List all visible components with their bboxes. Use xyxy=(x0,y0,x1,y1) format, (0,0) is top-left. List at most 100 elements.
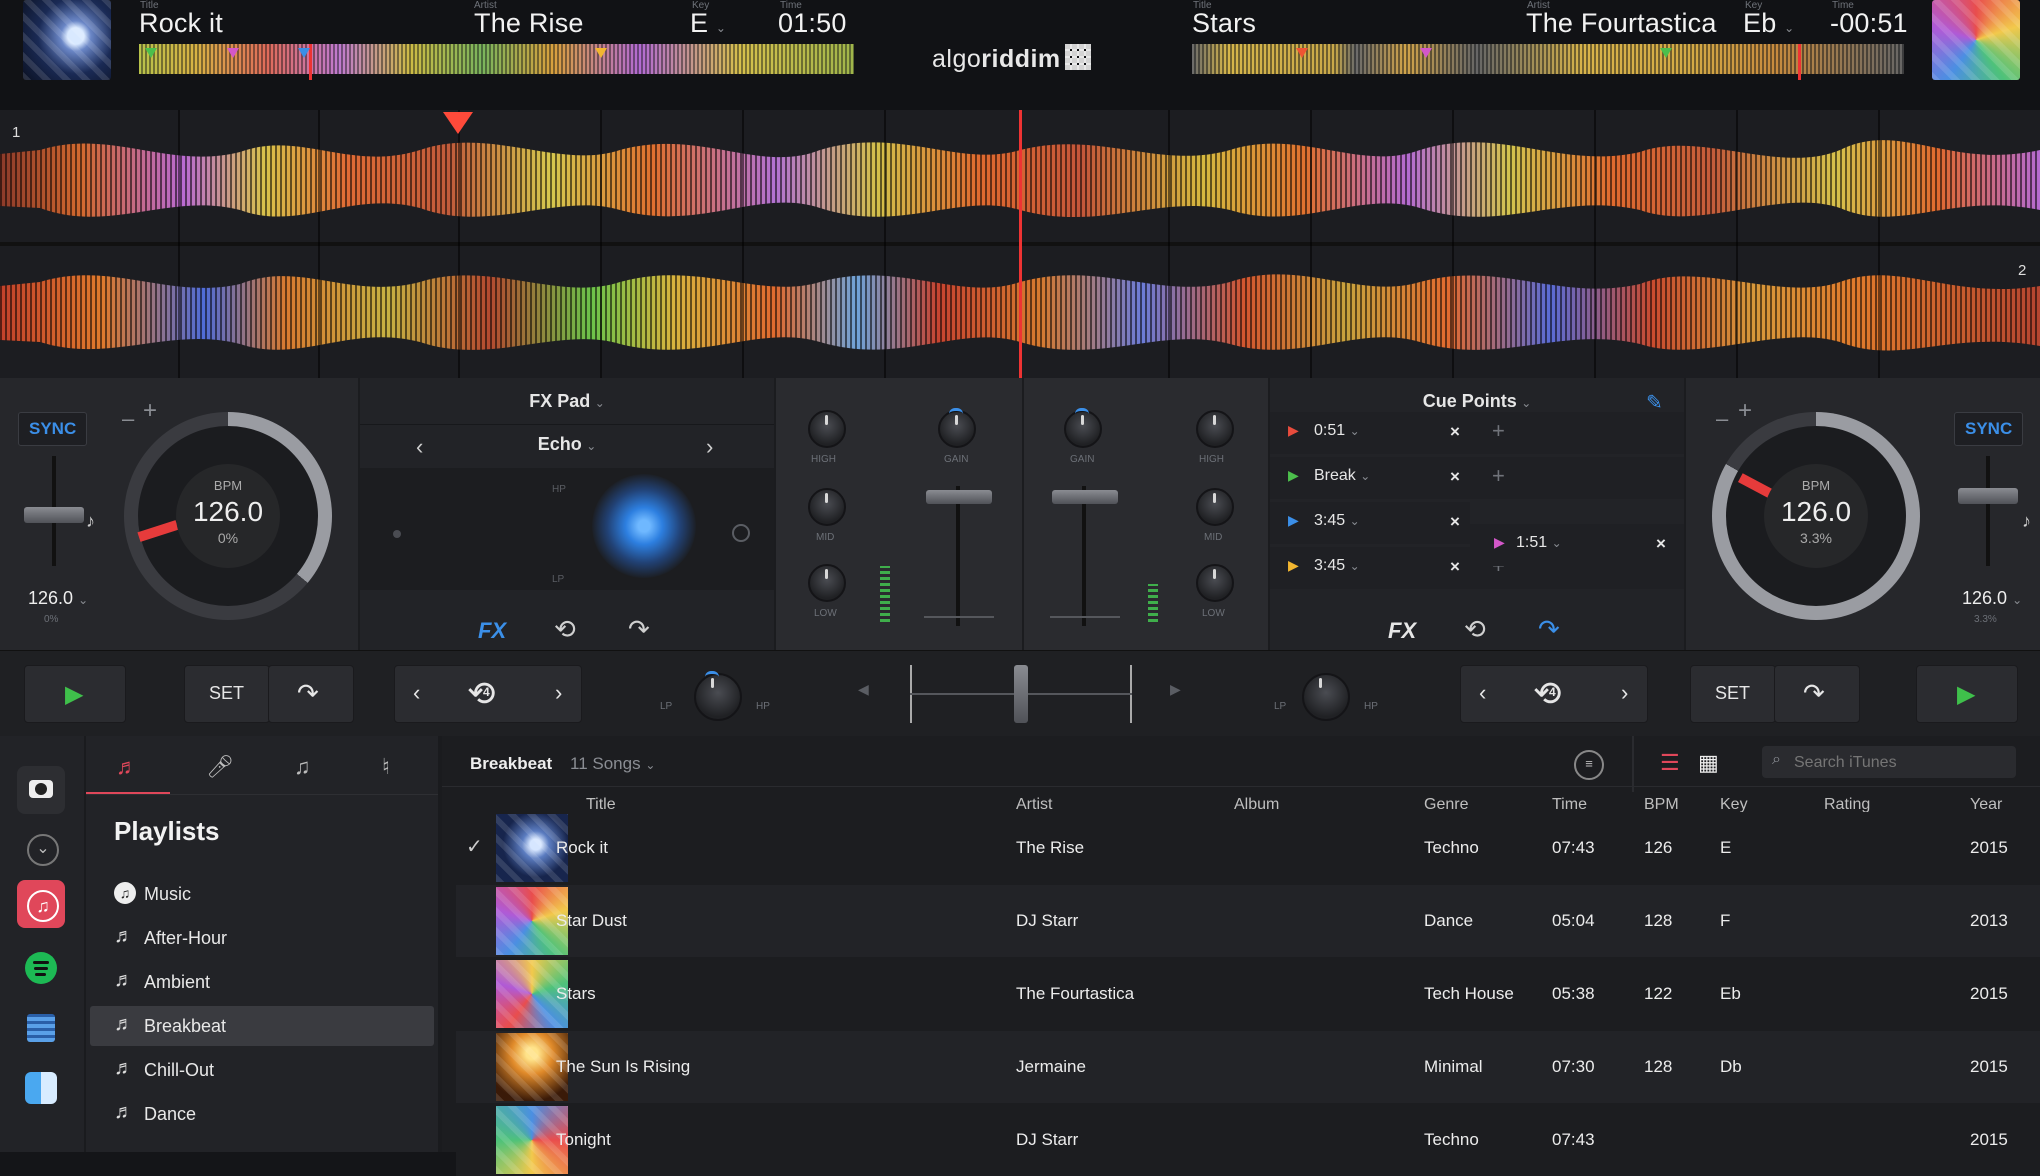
deck-a-redo-button[interactable]: ↷ xyxy=(268,665,354,723)
deck-a-tempo-value[interactable]: 126.0 ⌄ xyxy=(28,588,88,609)
chevron-left-icon[interactable]: ‹ xyxy=(413,680,420,706)
deck-a-set-cue-button[interactable]: SET xyxy=(184,665,270,723)
loop-icon[interactable]: ⟲ xyxy=(1533,674,1562,714)
cue-delete-extra-button[interactable]: × xyxy=(1656,534,1666,554)
chevron-down-icon[interactable]: ⌄ xyxy=(17,824,65,872)
table-row[interactable]: Star Dust DJ Starr Dance 05:04 128 F 2013 xyxy=(456,885,2040,957)
cue-slot-empty[interactable]: + xyxy=(1470,412,1684,454)
loop-icon[interactable]: ⟲ xyxy=(554,616,576,642)
cue-delete-button[interactable]: × xyxy=(1450,557,1460,577)
playlist-item[interactable]: ♬ After-Hour xyxy=(90,918,434,958)
chevron-left-icon[interactable]: ‹ xyxy=(1479,680,1486,706)
loop-icon[interactable]: ⟲ xyxy=(467,674,496,714)
deck-b-set-cue-button[interactable]: SET xyxy=(1690,665,1776,723)
table-row[interactable]: ✓ Rock it The Rise Techno 07:43 126 E 2015 xyxy=(456,812,2040,884)
cue-slot[interactable]: ▶ 3:45 ⌄ × xyxy=(1270,547,1470,589)
deck-a-filter-knob[interactable] xyxy=(694,671,742,721)
table-row[interactable]: The Sun Is Rising Jermaine Minimal 07:30 128… xyxy=(456,1031,2040,1103)
video-source-icon[interactable] xyxy=(17,1004,65,1052)
deck-a-time: 01:50 xyxy=(778,8,847,38)
camera-source-icon[interactable] xyxy=(17,766,65,814)
deck-b-play-button[interactable]: ▶ xyxy=(1916,665,2018,723)
deck-a-overview-waveform[interactable] xyxy=(139,44,854,74)
fx-pad-target-icon[interactable] xyxy=(732,524,750,542)
loop-icon[interactable]: ⟲ xyxy=(1464,616,1486,642)
cue-slot-extra[interactable]: ▶ 1:51 ⌄ × xyxy=(1470,524,1684,566)
chevron-right-icon[interactable]: › xyxy=(555,680,562,706)
fx-pad-header[interactable]: FX Pad ⌄ xyxy=(360,378,774,425)
tab-genres[interactable]: ♮ xyxy=(352,746,436,792)
cue-slot[interactable]: ▶ 3:45 ⌄ × xyxy=(1270,502,1470,544)
fx-pad-touch-point[interactable] xyxy=(592,474,696,578)
crossfader-right-icon[interactable]: ▶ xyxy=(1170,681,1181,698)
cue-slot-empty[interactable]: + xyxy=(1470,457,1684,499)
tab-artists[interactable]: 🎤︎ xyxy=(176,746,260,792)
deck-b-high-eq-knob[interactable] xyxy=(1196,410,1234,448)
deck-a-volume-fader[interactable] xyxy=(926,490,992,504)
fx-button[interactable]: FX xyxy=(478,618,506,644)
redo-icon[interactable]: ↷ xyxy=(628,616,650,642)
deck-a-key[interactable]: E ⌄ xyxy=(690,8,726,39)
song-count-dropdown[interactable]: 11 Songs ⌄ xyxy=(570,754,655,774)
minus-icon[interactable]: – xyxy=(1716,406,1728,432)
table-row[interactable]: Tonight DJ Starr Techno 07:43 2015 xyxy=(456,1104,2040,1176)
cue-slot[interactable]: ▶ 0:51 ⌄ × xyxy=(1270,412,1470,454)
deck-b-pitch-fader[interactable] xyxy=(1958,488,2018,504)
playlist-item[interactable]: ♬ Dance xyxy=(90,1094,434,1134)
deck-a-sync-button[interactable]: SYNC xyxy=(18,412,88,446)
playlist-item[interactable]: ♫ Music xyxy=(90,874,434,914)
playlist-item[interactable]: ♬ Breakbeat xyxy=(90,1006,434,1046)
grid-view-icon[interactable]: ▦ xyxy=(1698,750,1719,776)
deck-b-key[interactable]: Eb ⌄ xyxy=(1743,8,1794,39)
filter-icon[interactable]: ≡ xyxy=(1574,750,1604,780)
deck-a-high-eq-knob[interactable] xyxy=(808,410,846,448)
music-note-icon[interactable]: ♪ xyxy=(2022,508,2031,534)
deck-a-play-button[interactable]: ▶ xyxy=(24,665,126,723)
crossfader-left-icon[interactable]: ◀ xyxy=(858,681,869,698)
deck-a-low-eq-knob[interactable] xyxy=(808,564,846,602)
table-row[interactable]: Stars The Fourtastica Tech House 05:38 122 Eb… xyxy=(456,958,2040,1030)
cell-title: Rock it xyxy=(556,838,608,857)
chevron-right-icon[interactable]: › xyxy=(1621,680,1628,706)
cue-slot[interactable]: ▶ Break ⌄ × xyxy=(1270,457,1470,499)
deck-b-sync-button[interactable]: SYNC xyxy=(1954,412,2024,446)
deck-a-gain-knob[interactable] xyxy=(938,408,976,448)
fx-xy-pad[interactable] xyxy=(360,468,774,590)
chevron-right-icon[interactable]: › xyxy=(706,434,713,460)
search-input[interactable] xyxy=(1792,750,2006,776)
deck-b-redo-button[interactable]: ↷ xyxy=(1774,665,1860,723)
deck-b-volume-fader[interactable] xyxy=(1052,490,1118,504)
cue-delete-button[interactable]: × xyxy=(1450,512,1460,532)
deck-b-filter-knob[interactable] xyxy=(1302,673,1350,721)
waveform-view[interactable]: 1 2 xyxy=(0,110,2040,378)
deck-b-tempo-value[interactable]: 126.0 ⌄ xyxy=(1962,588,2022,609)
crossfader-handle[interactable] xyxy=(1014,665,1028,723)
beat-grid-line xyxy=(1310,110,1312,378)
crossfader[interactable] xyxy=(910,665,1132,723)
playlist-item[interactable]: ♬ Chill-Out xyxy=(90,1050,434,1090)
cue-delete-button[interactable]: × xyxy=(1450,422,1460,442)
list-view-icon[interactable]: ☰ xyxy=(1660,750,1680,776)
plus-icon[interactable]: + xyxy=(143,398,157,424)
playlist-item[interactable]: ♬ Ambient xyxy=(90,962,434,1002)
deck-b-low-eq-knob[interactable] xyxy=(1196,564,1234,602)
cue-delete-button[interactable]: × xyxy=(1450,467,1460,487)
spotify-source-icon[interactable] xyxy=(17,944,65,992)
deck-b-artwork[interactable] xyxy=(1932,0,2020,80)
search-field[interactable]: ⌕ xyxy=(1762,746,2016,778)
fx-button[interactable]: FX xyxy=(1388,618,1416,644)
deck-b-mid-eq-knob[interactable] xyxy=(1196,488,1234,526)
deck-a-artwork[interactable] xyxy=(23,0,111,80)
deck-b-gain-knob[interactable] xyxy=(1064,408,1102,448)
plus-icon[interactable]: + xyxy=(1738,398,1752,424)
itunes-source-icon[interactable]: ♫ xyxy=(17,880,65,928)
cell-title: Star Dust xyxy=(556,911,627,930)
redo-icon[interactable]: ↷ xyxy=(1538,616,1560,642)
tab-albums[interactable]: ♫ xyxy=(264,746,348,792)
deck-a-pitch-fader[interactable] xyxy=(24,507,84,523)
music-note-icon[interactable]: ♪ xyxy=(86,508,95,534)
deck-a-mid-eq-knob[interactable] xyxy=(808,488,846,526)
finder-source-icon[interactable] xyxy=(17,1064,65,1112)
minus-icon[interactable]: – xyxy=(122,406,134,432)
tab-playlists[interactable]: ♬ xyxy=(86,746,170,795)
